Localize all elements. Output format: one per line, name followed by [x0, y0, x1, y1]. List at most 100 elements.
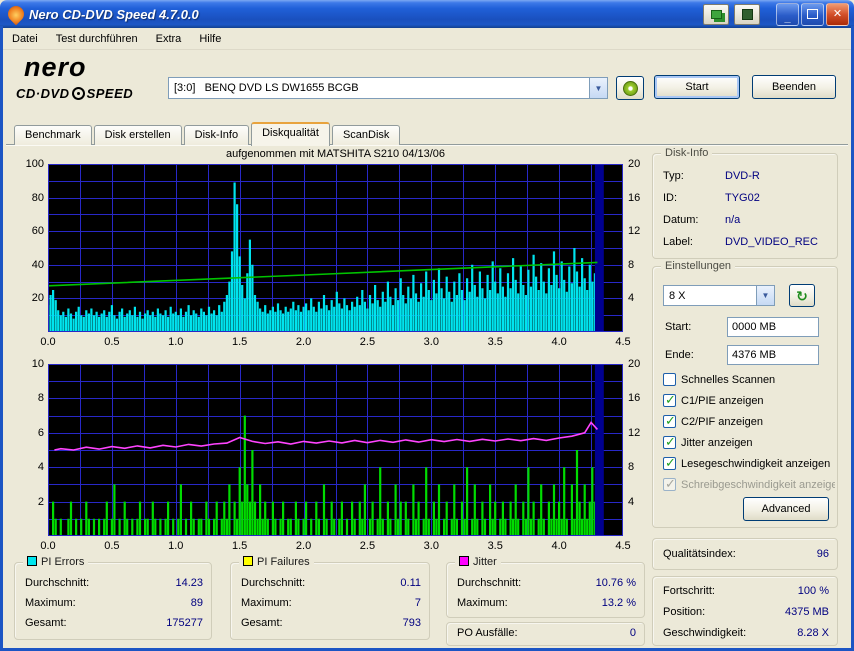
pie-errors-chart: aufgenommen mit MATSHITA S210 04/13/06 2…: [10, 148, 658, 352]
speed-select[interactable]: 8 X ▼: [663, 285, 775, 306]
app-icon: [5, 3, 28, 26]
stat-row: Gesamt: 793: [241, 617, 421, 629]
axis-tick-label: 6: [14, 427, 44, 439]
stat-row: Maximum: 89: [25, 597, 203, 609]
axis-tick-label: 2.5: [353, 540, 381, 552]
checkbox-schnelles-scannen[interactable]: Schnelles Scannen: [663, 373, 835, 386]
drive-tool-button[interactable]: [616, 76, 644, 100]
checkbox-c1-pie-anzeigen[interactable]: C1/PIE anzeigen: [663, 394, 835, 407]
titlebar-tool-windows-button[interactable]: [703, 4, 729, 25]
disk-id-value: TYG02: [725, 192, 760, 204]
stat-row: Durchschnitt: 10.76 %: [457, 577, 636, 589]
tab-scandisk[interactable]: ScanDisk: [332, 125, 400, 145]
logo-product-right: SPEED: [87, 86, 134, 101]
stat-row: Durchschnitt: 14.23: [25, 577, 203, 589]
speed-row: Geschwindigkeit: 8.28 X: [663, 627, 829, 639]
refresh-icon: ↻: [796, 289, 808, 303]
axis-tick-label: 1.0: [162, 540, 190, 552]
quality-index-value: 96: [817, 548, 829, 560]
refresh-button[interactable]: ↻: [789, 284, 815, 307]
stat-row: Maximum: 7: [241, 597, 421, 609]
axis-tick-label: 3.5: [481, 336, 509, 348]
maximize-button[interactable]: [801, 3, 824, 26]
checkbox-box: [663, 436, 676, 449]
menu-extra[interactable]: Extra: [147, 31, 191, 47]
menu-datei[interactable]: Datei: [3, 31, 47, 47]
field-label: Gesamt:: [25, 617, 67, 629]
pi-errors-legend-swatch: [27, 556, 37, 566]
checkbox-box: [663, 373, 676, 386]
axis-tick-label: 8: [628, 259, 652, 271]
quality-index-row: Qualitätsindex: 96: [663, 548, 829, 560]
menu-hilfe[interactable]: Hilfe: [190, 31, 230, 47]
close-button[interactable]: ✕: [826, 3, 849, 26]
axis-tick-label: 2: [14, 496, 44, 508]
settings-title: Einstellungen: [661, 260, 735, 272]
axis-tick-label: 4.0: [545, 540, 573, 552]
axis-tick-label: 4: [628, 292, 652, 304]
tab-diskqualitaet[interactable]: Diskqualität: [251, 122, 330, 146]
checkbox-c2-pif-anzeigen[interactable]: C2/PIF anzeigen: [663, 415, 835, 428]
pi-failures-legend-swatch: [243, 556, 253, 566]
axis-tick-label: 2.5: [353, 336, 381, 348]
axis-tick-label: 80: [14, 192, 44, 204]
checkbox-label: C2/PIF anzeigen: [681, 416, 763, 428]
stat-value: 0.11: [400, 577, 421, 589]
titlebar-tool-disk-button[interactable]: [734, 4, 760, 25]
stat-row: Gesamt: 175277: [25, 617, 203, 629]
disk-label-row: Label: DVD_VIDEO_REC: [663, 236, 831, 248]
disk-date-row: Datum: n/a: [663, 214, 831, 226]
disk-type-value: DVD-R: [725, 170, 760, 182]
stat-value: 13.2 %: [602, 597, 636, 609]
checkbox-label: Jitter anzeigen: [681, 437, 753, 449]
start-button[interactable]: Start: [654, 75, 740, 99]
disk-date-value: n/a: [725, 214, 740, 226]
end-position-input[interactable]: 4376 MB: [727, 345, 819, 365]
axis-tick-label: 2.0: [290, 540, 318, 552]
menu-test-durchfuehren[interactable]: Test durchführen: [47, 31, 147, 47]
tab-disk-erstellen[interactable]: Disk erstellen: [94, 125, 182, 145]
stat-value: 7: [415, 597, 421, 609]
nero-logo-brand: nero: [24, 52, 87, 83]
end-label: Ende:: [665, 349, 694, 361]
drive-select[interactable]: [3:0] BENQ DVD LS DW1655 BCGB ▼: [168, 77, 608, 99]
axis-tick-label: 4.5: [609, 336, 637, 348]
checkbox-label: Schnelles Scannen: [681, 374, 775, 386]
disk-label-value: DVD_VIDEO_REC: [725, 236, 818, 248]
start-label: Start:: [665, 321, 691, 333]
field-label: Maximum:: [25, 597, 76, 609]
pi-failures-panel-title: PI Failures: [239, 556, 314, 568]
panel-title-text: PI Errors: [41, 556, 84, 568]
checkbox-schreibgeschwindigkeit[interactable]: Schreibgeschwindigkeit anzeigen: [663, 478, 835, 491]
windows-icon: [711, 10, 722, 19]
start-position-input[interactable]: 0000 MB: [727, 317, 819, 337]
minimize-button[interactable]: _: [776, 3, 799, 26]
checkbox-jitter-anzeigen[interactable]: Jitter anzeigen: [663, 436, 835, 449]
tab-disk-info[interactable]: Disk-Info: [184, 125, 249, 145]
field-label: Maximum:: [457, 597, 508, 609]
field-label: Durchschnitt:: [25, 577, 89, 589]
window-title: Nero CD-DVD Speed 4.7.0.0: [29, 7, 700, 22]
pif-jitter-plot: [48, 364, 623, 536]
chevron-down-icon: ▼: [762, 291, 770, 300]
po-failures-row: PO Ausfälle: 0: [457, 627, 636, 639]
checkbox-lesegeschwindigkeit[interactable]: Lesegeschwindigkeit anzeigen: [663, 457, 835, 470]
field-label: Durchschnitt:: [241, 577, 305, 589]
axis-tick-label: 12: [628, 225, 652, 237]
axis-tick-label: 8: [628, 461, 652, 473]
chart-title: aufgenommen mit MATSHITA S210 04/13/06: [48, 148, 623, 160]
quit-button[interactable]: Beenden: [752, 75, 836, 99]
speed-select-dropdown-button[interactable]: ▼: [756, 286, 774, 305]
checkbox-box: [663, 415, 676, 428]
checkbox-label: C1/PIE anzeigen: [681, 395, 764, 407]
field-label: Start:: [665, 321, 691, 333]
field-label: Geschwindigkeit:: [663, 627, 746, 639]
drive-select-dropdown-button[interactable]: ▼: [589, 78, 607, 98]
axis-tick-label: 0.5: [98, 336, 126, 348]
tab-benchmark[interactable]: Benchmark: [14, 125, 92, 145]
field-label: ID:: [663, 192, 725, 204]
field-label: PO Ausfälle:: [457, 627, 518, 639]
stat-row: Durchschnitt: 0.11: [241, 577, 421, 589]
axis-tick-label: 8: [14, 392, 44, 404]
advanced-button[interactable]: Advanced: [743, 497, 829, 521]
